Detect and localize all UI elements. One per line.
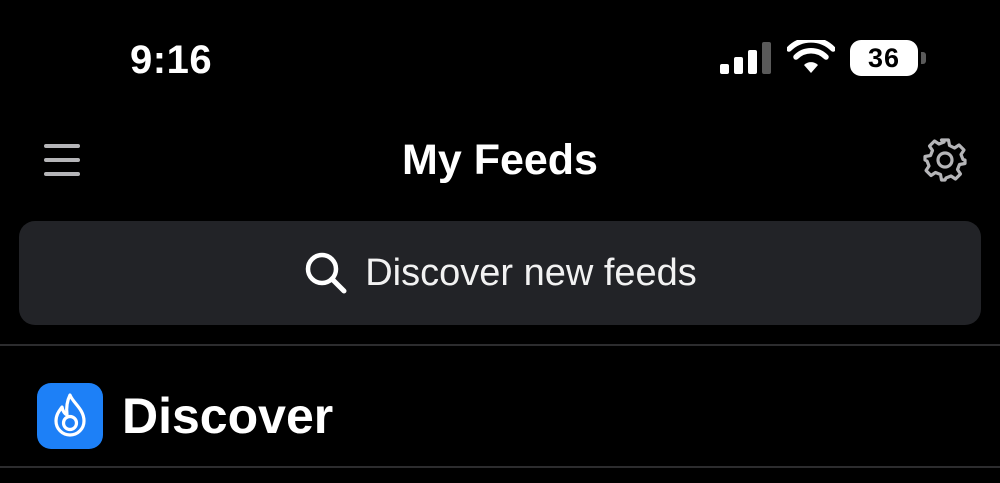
search-placeholder: Discover new feeds [365,252,697,294]
status-bar: 9:16 36 [0,0,1000,110]
battery-level: 36 [850,40,918,76]
feed-item-label: Discover [122,388,334,444]
settings-button[interactable] [918,133,972,187]
battery-cap [921,52,926,64]
page-title: My Feeds [402,136,598,184]
hamburger-menu-icon [44,144,80,176]
gear-icon [923,138,967,182]
status-time: 9:16 [130,38,213,82]
divider [0,466,1000,468]
discover-feed-icon [37,383,103,449]
flame-icon [54,393,86,437]
nav-bar: My Feeds [0,120,1000,200]
cellular-signal-icon [720,42,771,74]
wifi-icon [787,40,835,73]
battery-icon: 36 [850,40,926,76]
search-bar-content: Discover new feeds [19,221,981,325]
search-bar[interactable]: Discover new feeds [19,221,981,325]
search-icon [305,252,347,294]
feed-item-discover[interactable]: Discover [0,346,1000,466]
menu-button[interactable] [38,136,86,184]
